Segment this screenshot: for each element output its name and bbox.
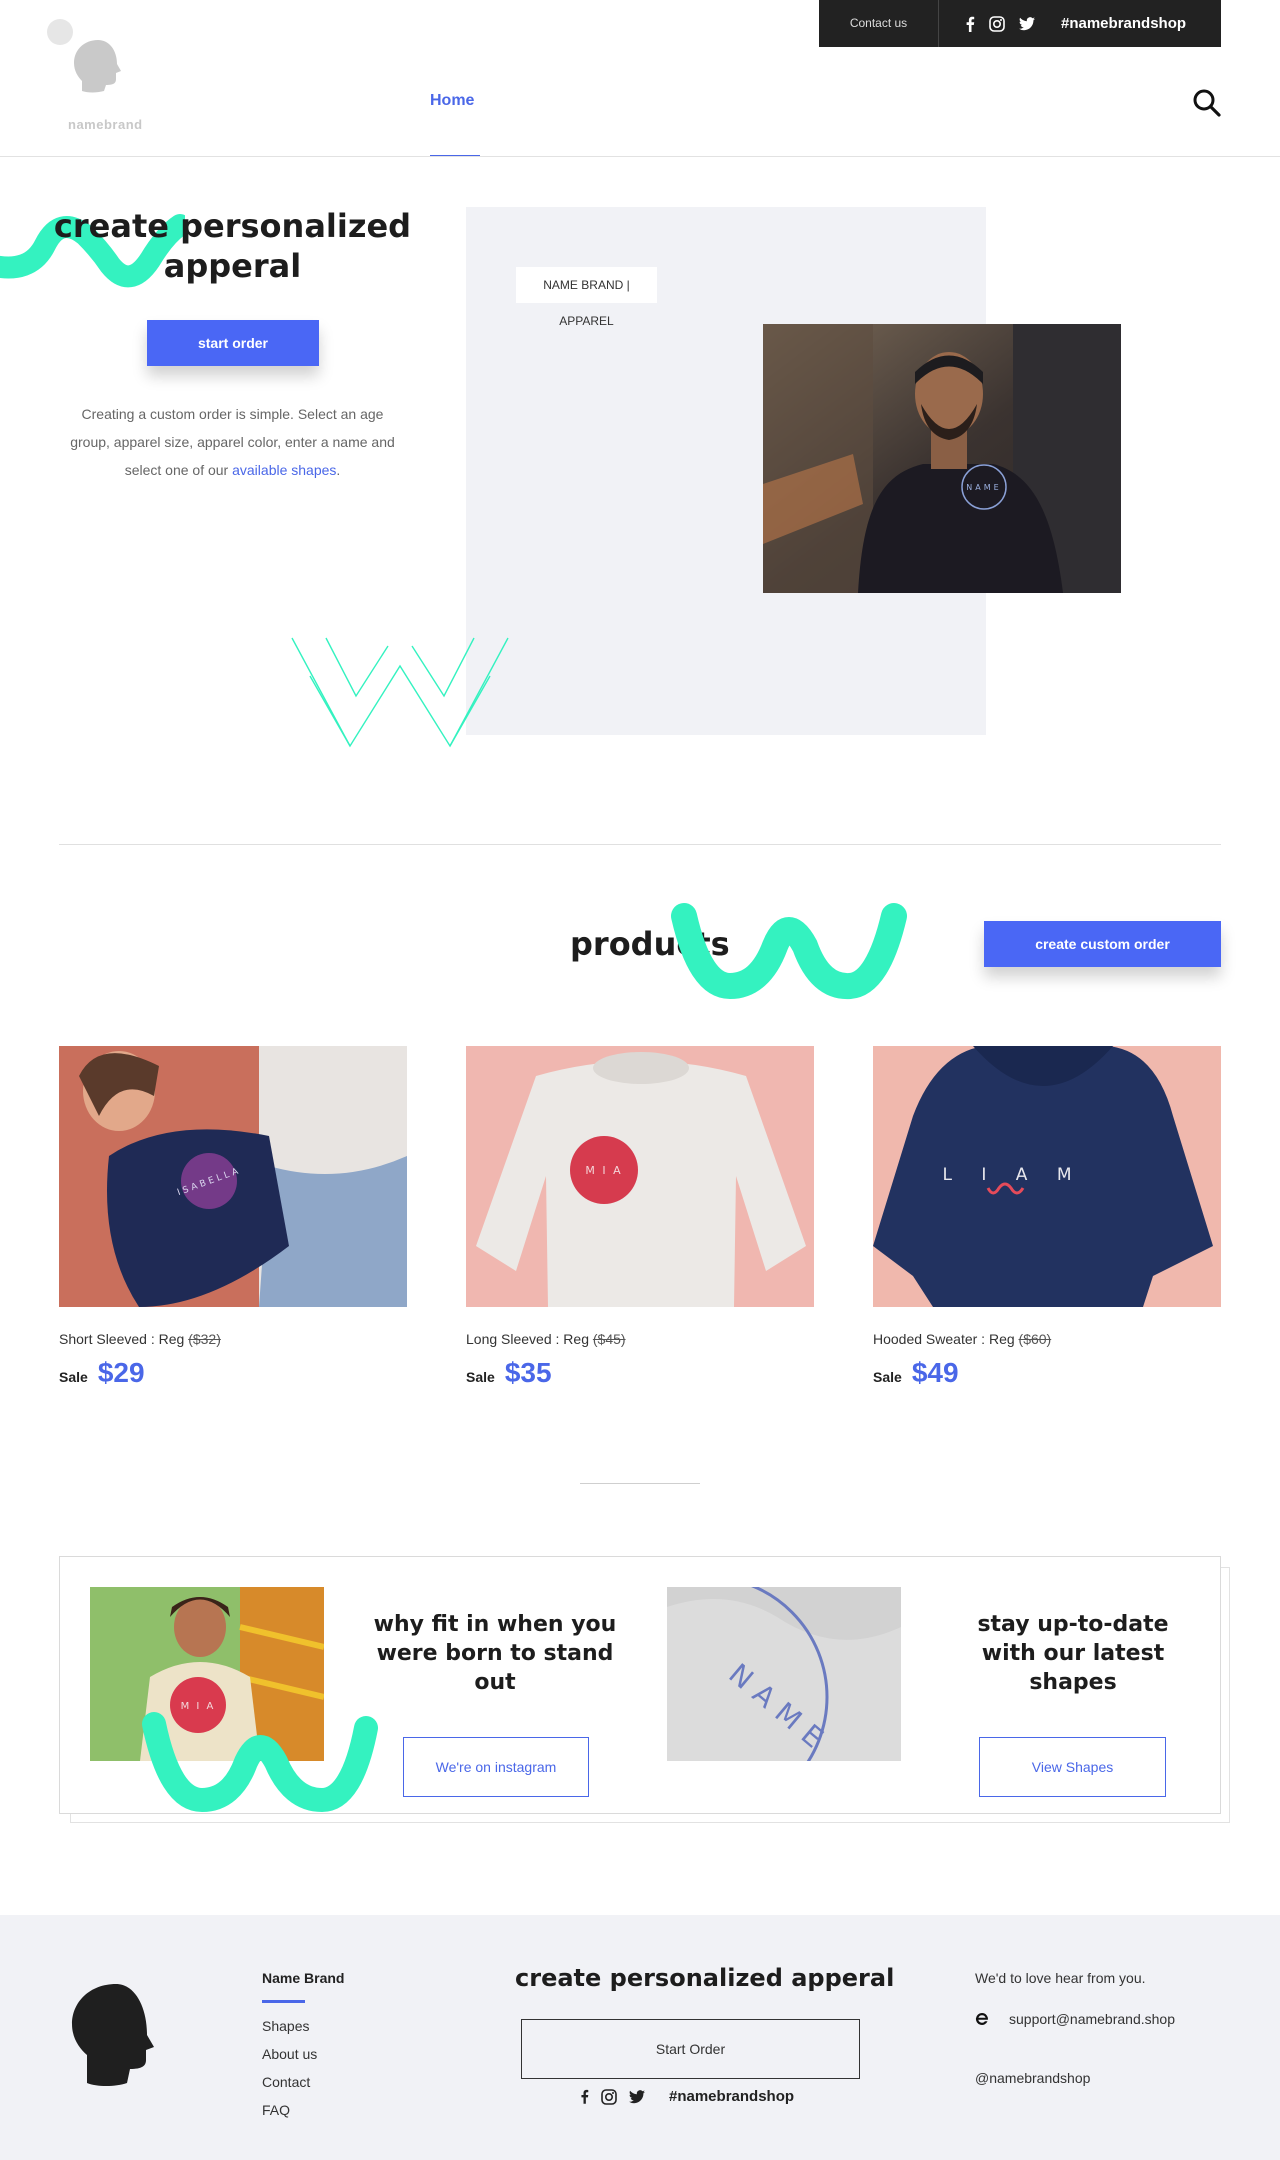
sale-label: Sale [59, 1369, 88, 1385]
footer-social: #namebrandshop [580, 2088, 794, 2105]
footer-love-text: We'd to love hear from you. [975, 1970, 1146, 1986]
create-custom-order-button[interactable]: create custom order [984, 921, 1221, 967]
logo-text[interactable]: namebrand [68, 117, 143, 132]
twitter-icon[interactable] [629, 2089, 645, 2104]
footer-link-contact[interactable]: Contact [262, 2074, 310, 2090]
footer-brand-underline [262, 2000, 305, 2003]
footer-link-shapes[interactable]: Shapes [262, 2018, 309, 2034]
product-image-long-sleeved[interactable]: M I A [466, 1046, 814, 1307]
sale-row: Sale $35 [466, 1357, 552, 1389]
wave-decoration-icon [671, 903, 907, 1000]
footer-start-order-button[interactable]: Start Order [521, 2019, 860, 2079]
logo[interactable] [46, 18, 150, 118]
footer-link-about[interactable]: About us [262, 2046, 317, 2062]
email-icon [975, 2012, 988, 2025]
footer-title: create personalized apperal [515, 1964, 895, 1992]
footer-head-logo-icon[interactable] [64, 1978, 168, 2088]
view-shapes-button[interactable]: View Shapes [979, 1737, 1166, 1797]
section-divider [59, 844, 1221, 845]
wave-decoration-icon [142, 1712, 378, 1813]
hero-photo: NAME [763, 324, 1121, 593]
instagram-button[interactable]: We're on instagram [403, 1737, 589, 1797]
promo-left-title: why fit in when you were born to stand o… [373, 1612, 617, 1695]
footer-brand: Name Brand [262, 1970, 345, 1986]
product-name-text: Hooded Sweater : Reg [873, 1331, 1019, 1347]
topbar: Contact us #namebrandshop [819, 0, 1221, 47]
instagram-icon[interactable] [989, 15, 1005, 32]
hero-title: create personalized apperal [53, 207, 412, 285]
head-logo-icon [47, 19, 121, 93]
sale-label: Sale [466, 1369, 495, 1385]
footer-handle[interactable]: @namebrandshop [975, 2070, 1090, 2086]
nav-home[interactable]: Home [430, 92, 474, 110]
sale-row: Sale $49 [873, 1357, 959, 1389]
hero-model-image: NAME [763, 324, 1121, 593]
product-name: Short Sleeved : Reg ($32) [59, 1331, 221, 1347]
product-name-text: Short Sleeved : Reg [59, 1331, 189, 1347]
sale-price: $29 [97, 1357, 145, 1388]
sale-row: Sale $29 [59, 1357, 145, 1389]
sale-price: $35 [504, 1357, 552, 1388]
brand-tag: NAME BRAND | APPAREL [516, 267, 657, 328]
hero-description: Creating a custom order is simple. Selec… [60, 400, 405, 484]
outline-w-shape-icon [291, 637, 509, 748]
hero-shirt-print: NAME [966, 483, 1001, 492]
product-image-hooded-sweater[interactable]: L I A M [873, 1046, 1221, 1307]
regular-price: ($32) [188, 1331, 221, 1347]
product-3-print: L I A M [943, 1165, 1084, 1185]
available-shapes-link[interactable]: available shapes [232, 462, 336, 478]
start-order-button[interactable]: start order [147, 320, 319, 366]
product-name-text: Long Sleeved : Reg [466, 1331, 593, 1347]
product-name: Long Sleeved : Reg ($45) [466, 1331, 626, 1347]
footer-email-row: support@namebrand.shop [975, 2011, 1175, 2027]
contact-us-link[interactable]: Contact us [819, 0, 939, 47]
search-icon [1193, 89, 1221, 117]
footer-link-faq[interactable]: FAQ [262, 2102, 290, 2118]
regular-price: ($45) [592, 1331, 626, 1347]
product-2-print: M I A [585, 1164, 622, 1177]
hero-description-end: . [336, 462, 341, 478]
product-name: Hooded Sweater : Reg ($60) [873, 1331, 1051, 1347]
sale-label: Sale [873, 1369, 902, 1385]
section-divider [580, 1483, 700, 1484]
topbar-social [939, 15, 1035, 32]
sale-price: $49 [911, 1357, 959, 1388]
search-button[interactable] [1192, 88, 1222, 123]
promo-image-name-shirt: NAME [667, 1587, 901, 1761]
topbar-hashtag[interactable]: #namebrandshop [1061, 15, 1186, 32]
promo-right-title: stay up-to-date with our latest shapes [977, 1612, 1169, 1695]
instagram-icon[interactable] [601, 2088, 617, 2105]
facebook-icon[interactable] [580, 2089, 589, 2104]
regular-price: ($60) [1018, 1331, 1052, 1347]
footer-hashtag[interactable]: #namebrandshop [669, 2088, 794, 2105]
footer-email[interactable]: support@namebrand.shop [1009, 2011, 1175, 2027]
product-image-short-sleeved[interactable]: ISABELLA [59, 1046, 407, 1307]
header-divider [0, 156, 1280, 157]
twitter-icon[interactable] [1019, 16, 1035, 31]
facebook-icon[interactable] [965, 16, 975, 32]
